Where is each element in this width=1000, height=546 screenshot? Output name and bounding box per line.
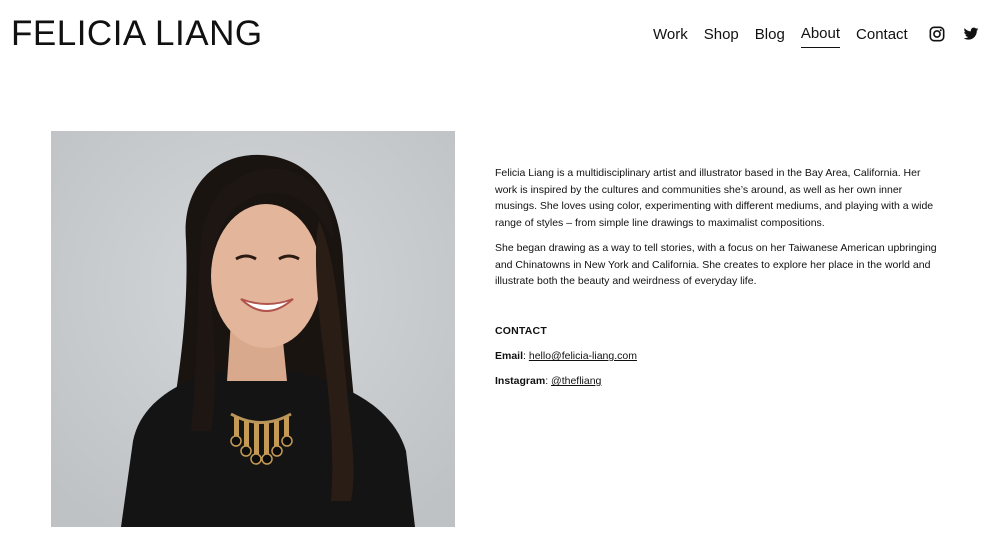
instagram-label: Instagram xyxy=(495,375,546,387)
email-row: Email: hello@felicia-liang.com xyxy=(495,348,940,364)
bio-text: Felicia Liang is a multidisciplinary art… xyxy=(495,165,940,298)
instagram-row: Instagram: @thefliang xyxy=(495,373,940,389)
instagram-link[interactable]: @thefliang xyxy=(551,375,601,387)
site-title[interactable]: FELICIA LIANG xyxy=(11,14,263,54)
nav-item-blog[interactable]: Blog xyxy=(755,25,785,48)
main-nav: Work Shop Blog About Contact xyxy=(653,24,924,48)
portrait-photo xyxy=(51,131,455,527)
separator: : xyxy=(523,350,526,362)
twitter-icon[interactable] xyxy=(963,26,979,47)
bio-paragraph: Felicia Liang is a multidisciplinary art… xyxy=(495,167,934,230)
social-links xyxy=(929,26,979,47)
nav-item-work[interactable]: Work xyxy=(653,25,688,48)
email-label: Email xyxy=(495,350,524,362)
nav-item-contact[interactable]: Contact xyxy=(856,25,908,48)
email-link[interactable]: hello@felicia-liang.com xyxy=(529,350,637,362)
nav-item-about[interactable]: About xyxy=(800,24,841,48)
contact-section: CONTACT Email: hello@felicia-liang.com I… xyxy=(495,323,940,398)
bio-paragraph: She began drawing as a way to tell stori… xyxy=(495,241,937,288)
nav-item-shop[interactable]: Shop xyxy=(704,25,739,48)
separator: : xyxy=(545,375,549,387)
instagram-icon[interactable] xyxy=(929,26,945,47)
contact-heading: CONTACT xyxy=(495,325,547,337)
